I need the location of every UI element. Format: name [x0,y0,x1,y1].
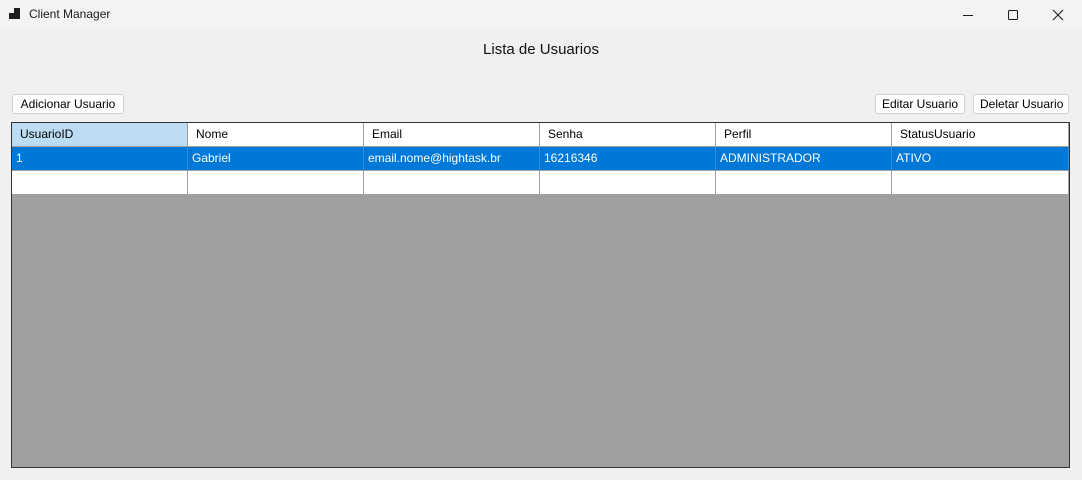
new-row-cell[interactable] [892,171,1069,195]
column-header-senha[interactable]: Senha [540,123,716,147]
add-user-button[interactable]: Adicionar Usuario [12,94,124,114]
page-title: Lista de Usuarios [483,41,599,58]
new-row-cell[interactable] [12,171,188,195]
table-row[interactable]: 1 Gabriel email.nome@hightask.br 1621634… [12,147,1069,171]
app-window-icon [9,8,21,20]
column-header-usuarioid[interactable]: UsuarioID [12,123,188,147]
cell-usuarioid[interactable]: 1 [12,147,188,171]
column-header-email[interactable]: Email [364,123,540,147]
minimize-icon [963,15,973,16]
cell-statususuario[interactable]: ATIVO [892,147,1069,171]
window-title: Client Manager [29,7,111,21]
users-data-grid[interactable]: UsuarioID Nome Email Senha Perfil Status… [11,122,1070,468]
new-row-cell[interactable] [364,171,540,195]
grid-header-row: UsuarioID Nome Email Senha Perfil Status… [12,123,1069,147]
cell-senha[interactable]: 16216346 [540,147,716,171]
title-bar[interactable]: Client Manager [0,0,1082,30]
new-row[interactable] [12,171,1069,195]
minimize-button[interactable] [945,0,991,30]
column-header-nome[interactable]: Nome [188,123,364,147]
maximize-icon [1008,10,1018,20]
close-button[interactable] [1035,0,1081,30]
close-icon [1052,9,1064,21]
maximize-button[interactable] [990,0,1036,30]
new-row-cell[interactable] [540,171,716,195]
column-header-statususuario[interactable]: StatusUsuario [892,123,1069,147]
cell-perfil[interactable]: ADMINISTRADOR [716,147,892,171]
column-header-perfil[interactable]: Perfil [716,123,892,147]
new-row-cell[interactable] [188,171,364,195]
cell-nome[interactable]: Gabriel [188,147,364,171]
new-row-cell[interactable] [716,171,892,195]
edit-user-button[interactable]: Editar Usuario [875,94,965,114]
cell-email[interactable]: email.nome@hightask.br [364,147,540,171]
delete-user-button[interactable]: Deletar Usuario [973,94,1069,114]
